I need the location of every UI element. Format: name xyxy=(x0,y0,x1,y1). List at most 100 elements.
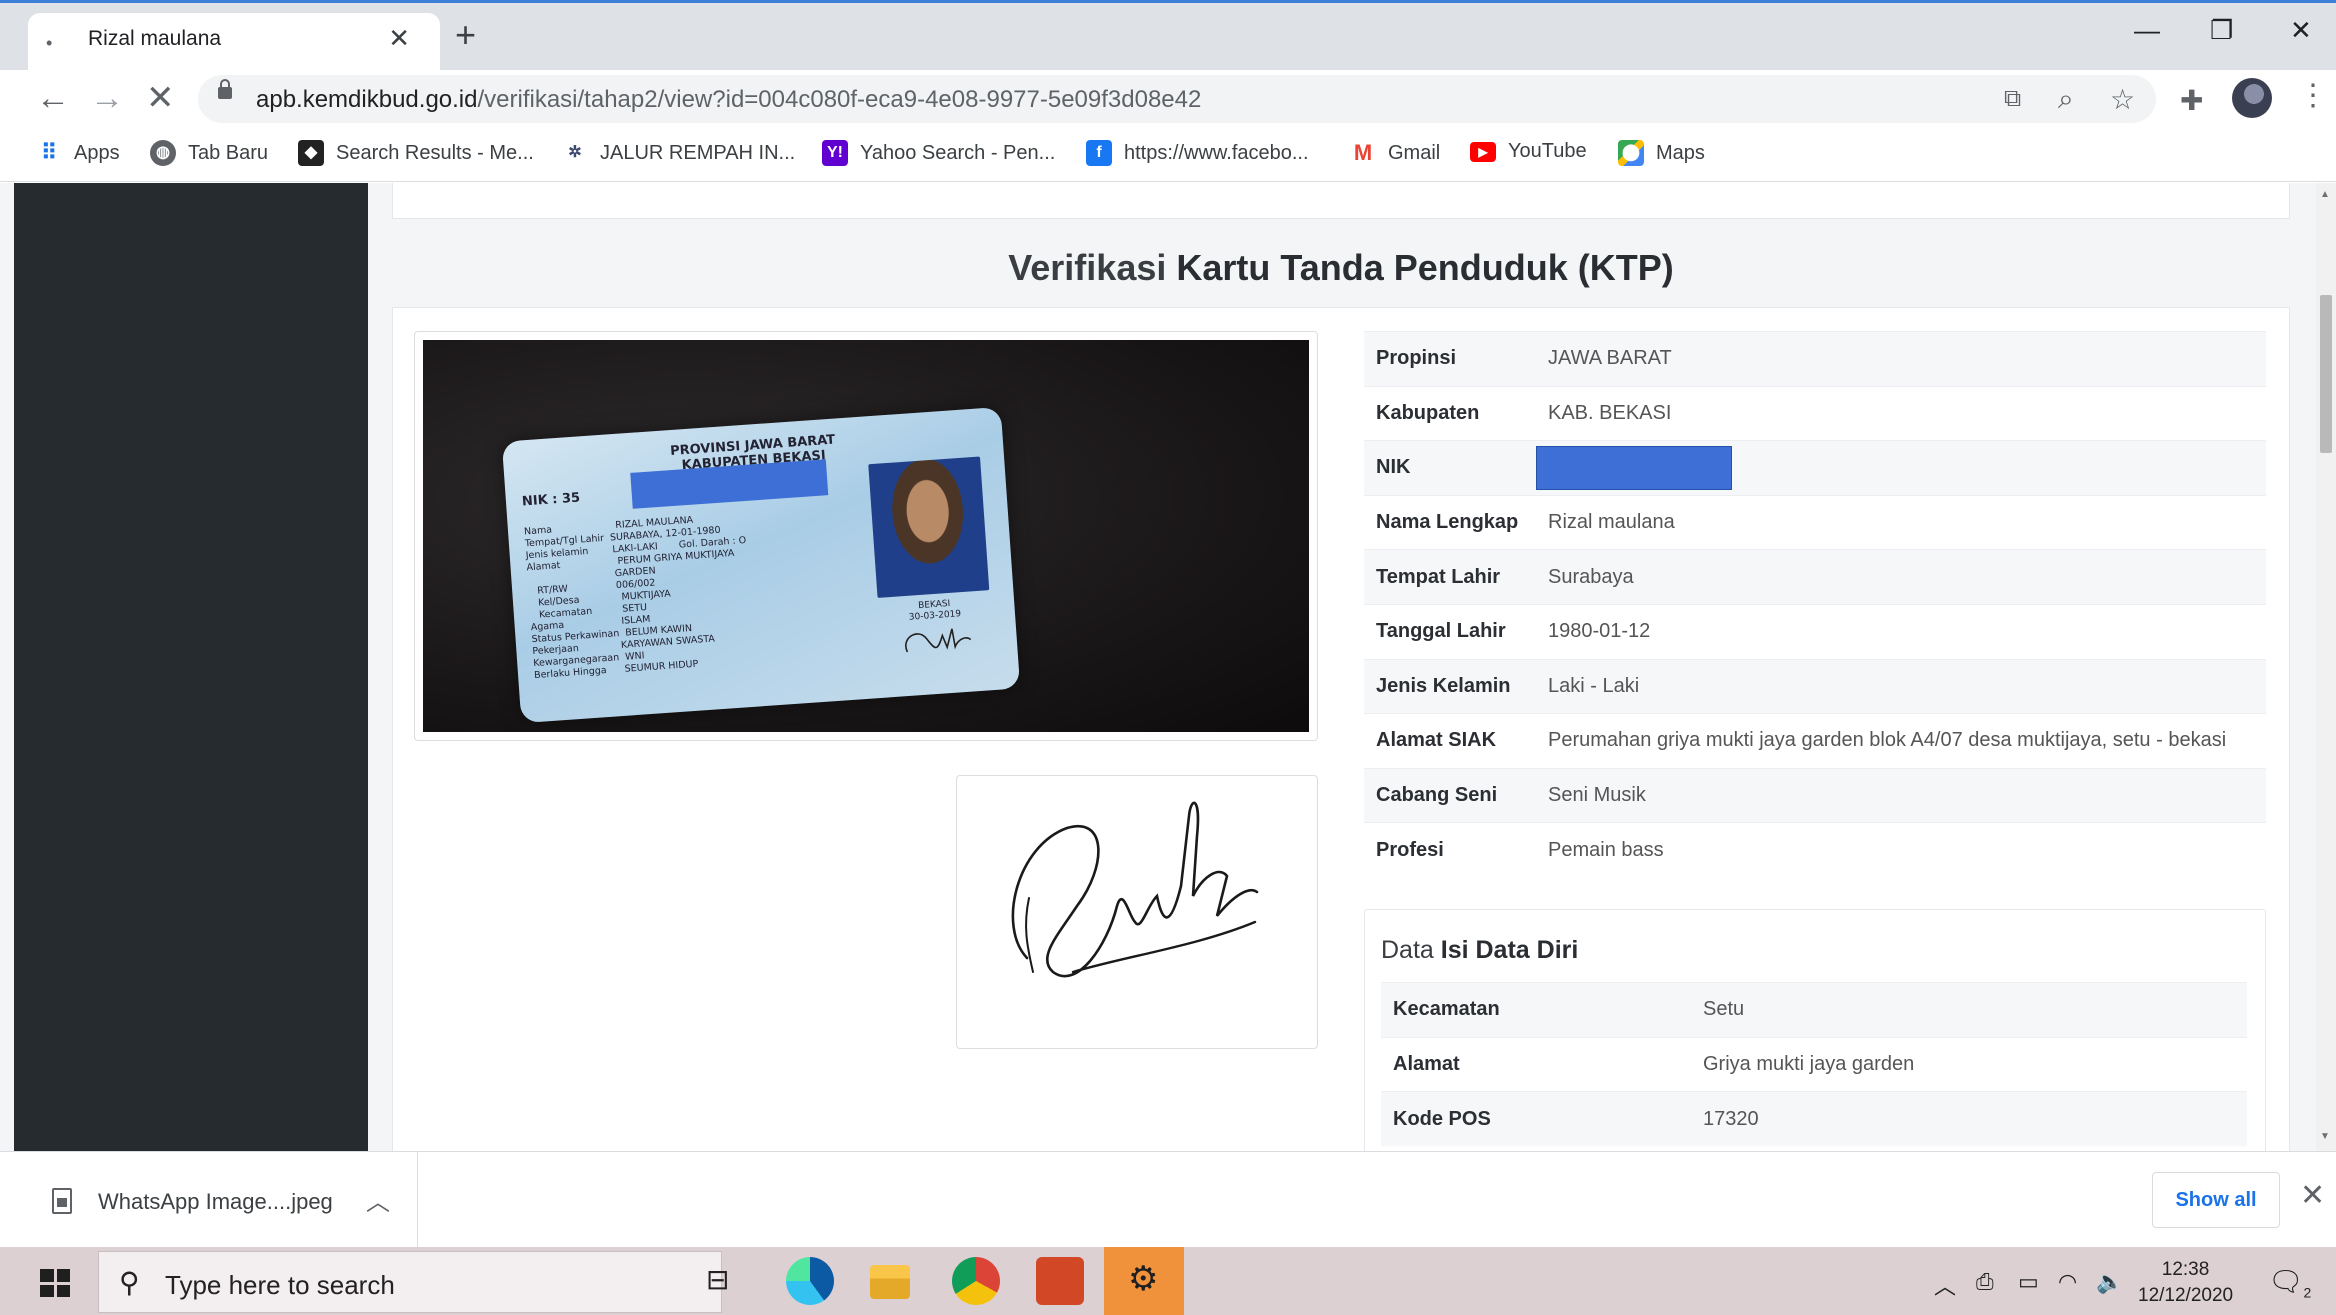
signature-image[interactable] xyxy=(957,776,1319,1050)
close-window-icon[interactable]: ✕ xyxy=(2290,15,2312,46)
download-bar: WhatsApp Image....jpeg ︿ Show all ✕ xyxy=(0,1151,2336,1248)
ktp-photo-frame: PROVINSI JAWA BARAT KABUPATEN BEKASI NIK… xyxy=(414,331,1318,741)
data-diri-title: Data Isi Data Diri xyxy=(1381,936,1578,965)
restore-icon[interactable]: ❐ xyxy=(2210,15,2233,46)
gmail-icon: M xyxy=(1353,140,1373,165)
scroll-thumb[interactable] xyxy=(2320,295,2332,453)
download-item[interactable]: WhatsApp Image....jpeg ︿ xyxy=(14,1152,418,1248)
row-value: Surabaya xyxy=(1536,549,2266,605)
row-value: 1980-01-12 xyxy=(1536,603,2266,660)
row-value: JAWA BARAT xyxy=(1536,331,2266,387)
table-row: Tanggal Lahir 1980-01-12 xyxy=(1364,603,2266,660)
ktp-photo[interactable]: PROVINSI JAWA BARAT KABUPATEN BEKASI NIK… xyxy=(423,340,1309,732)
bookmark-search-results[interactable]: ◆ Search Results - Me... xyxy=(298,140,534,166)
row-label: Kode POS xyxy=(1381,1091,1691,1147)
top-card xyxy=(392,183,2290,219)
row-label: Alamat SIAK xyxy=(1364,713,1536,769)
bookmark-apps[interactable]: ⠿ Apps xyxy=(36,140,120,166)
url-path: /verifikasi/tahap2/view?id=004c080f-eca9… xyxy=(477,86,1202,113)
maps-icon: ⬤ xyxy=(1618,140,1644,166)
row-label: Kabupaten xyxy=(1364,385,1536,441)
gear-icon: ⚙ xyxy=(1128,1260,1159,1298)
table-row: Nama Lengkap Rizal maulana xyxy=(1364,494,2266,550)
bookmark-label: Search Results - Me... xyxy=(336,141,534,164)
powerpoint-icon[interactable] xyxy=(1036,1257,1084,1305)
ktp-info-table: Propinsi JAWA BARAT Kabupaten KAB. BEKASI … xyxy=(1364,331,2266,878)
scroll-up-icon[interactable]: ▲ xyxy=(2320,189,2330,200)
profile-avatar[interactable] xyxy=(2232,78,2272,118)
site-icon: ✲ xyxy=(568,144,582,161)
table-row: Kecamatan Setu xyxy=(1381,982,2247,1038)
forward-icon[interactable]: → xyxy=(90,80,124,116)
bookmark-gmail[interactable]: M Gmail xyxy=(1350,140,1440,166)
wifi-icon[interactable]: ◠ xyxy=(2058,1269,2077,1295)
url-text[interactable]: apb.kemdikbud.go.id/verifikasi/tahap2/vi… xyxy=(256,86,1201,114)
taskbar-search[interactable]: ⚲ Type here to search xyxy=(98,1251,722,1313)
bookmark-star-icon[interactable]: ☆ xyxy=(2110,83,2135,116)
translate-icon[interactable]: ⧉ xyxy=(2004,85,2021,113)
youtube-icon: ▶ xyxy=(1470,141,1496,162)
row-label: Tanggal Lahir xyxy=(1364,603,1536,660)
browser-tab[interactable]: • Rizal maulana ✕ xyxy=(28,13,440,73)
minimize-icon[interactable]: — xyxy=(2134,15,2160,46)
stop-loading-icon[interactable]: ✕ xyxy=(146,80,175,116)
clock[interactable]: 12:38 12/12/2020 xyxy=(2138,1257,2233,1309)
extensions-icon[interactable]: ✚ xyxy=(2180,84,2203,117)
bookmark-label: https://www.facebo... xyxy=(1124,141,1309,164)
table-row: Alamat SIAK Perumahan griya mukti jaya ga… xyxy=(1364,713,2266,769)
table-row: Cabang Seni Seni Musik xyxy=(1364,767,2266,823)
chevron-up-icon[interactable]: ︿ xyxy=(1934,1269,1956,1301)
zoom-icon[interactable]: ⌕ xyxy=(2058,83,2074,116)
lock-icon[interactable] xyxy=(218,79,232,99)
nik-redaction xyxy=(1536,445,1732,490)
close-tab-icon[interactable]: ✕ xyxy=(388,23,410,54)
bookmark-label: JALUR REMPAH IN... xyxy=(600,141,796,164)
row-label: Cabang Seni xyxy=(1364,767,1536,823)
address-bar[interactable]: apb.kemdikbud.go.id/verifikasi/tahap2/vi… xyxy=(198,75,2156,123)
ktp-fields: Nama RIZAL MAULANA Tempat/Tgl Lahir SURA… xyxy=(523,514,747,682)
page-title: Verifikasi Kartu Tanda Penduduk (KTP) xyxy=(392,247,2290,289)
row-value-nik xyxy=(1536,440,2266,496)
device-icon[interactable]: ⎙ xyxy=(1976,1269,1994,1295)
row-value: 17320 xyxy=(1691,1091,2247,1147)
bookmark-tab-baru[interactable]: ◍ Tab Baru xyxy=(150,140,268,166)
bookmark-youtube[interactable]: ▶ YouTube xyxy=(1470,140,1587,163)
row-value: Seni Musik xyxy=(1536,767,2266,823)
battery-icon[interactable]: ▭ xyxy=(2018,1269,2039,1295)
show-all-button[interactable]: Show all xyxy=(2152,1172,2280,1228)
volume-icon[interactable]: 🔈 xyxy=(2096,1269,2123,1295)
back-icon[interactable]: ← xyxy=(36,80,70,116)
bookmark-maps[interactable]: ⬤ Maps xyxy=(1618,140,1705,166)
loading-icon: • xyxy=(46,33,53,53)
tab-title: Rizal maulana xyxy=(88,27,222,50)
notification-icon[interactable]: 🗨2 xyxy=(2268,1265,2311,1301)
file-explorer-icon[interactable] xyxy=(870,1265,910,1299)
bookmarks-bar: ⠿ Apps ◍ Tab Baru ◆ Search Results - Me.… xyxy=(0,128,2336,182)
data-diri-title-prefix: Data xyxy=(1381,936,1434,964)
page-scrollbar[interactable]: ▲ ▼ xyxy=(2316,183,2336,1151)
settings-app-active[interactable]: ⚙ xyxy=(1104,1247,1184,1315)
bookmark-yahoo[interactable]: Y! Yahoo Search - Pen... xyxy=(822,140,1055,166)
ktp-issue-info: BEKASI 30-03-2019 xyxy=(894,597,978,664)
scroll-down-icon[interactable]: ▼ xyxy=(2320,1131,2330,1142)
row-value: Perumahan griya mukti jaya garden blok A… xyxy=(1536,713,2266,769)
edge-icon[interactable] xyxy=(786,1257,834,1305)
table-row: Kabupaten KAB. BEKASI xyxy=(1364,385,2266,441)
bookmark-facebook[interactable]: f https://www.facebo... xyxy=(1086,140,1309,166)
bookmark-label: Apps xyxy=(74,141,120,164)
signature-frame xyxy=(956,775,1318,1049)
new-tab-icon[interactable]: + xyxy=(455,17,476,53)
table-row: Propinsi JAWA BARAT xyxy=(1364,331,2266,387)
bookmark-label: Yahoo Search - Pen... xyxy=(860,141,1056,164)
windows-start-icon[interactable] xyxy=(40,1269,70,1297)
chevron-up-icon[interactable]: ︿ xyxy=(366,1182,390,1217)
task-view-icon[interactable]: ⊟ xyxy=(706,1263,729,1296)
row-value: Pemain bass xyxy=(1536,822,2266,878)
close-download-bar-icon[interactable]: ✕ xyxy=(2300,1178,2325,1213)
bookmark-jalur-rempah[interactable]: ✲ JALUR REMPAH IN... xyxy=(562,140,795,166)
chrome-icon[interactable] xyxy=(952,1257,1000,1305)
browser-tab-bar: • Rizal maulana ✕ + — ❐ ✕ xyxy=(0,0,2336,73)
menu-icon[interactable]: ⋮ xyxy=(2298,78,2328,113)
facebook-icon: f xyxy=(1086,140,1112,166)
data-diri-card: Data Isi Data Diri Kecamatan Setu Alamat G… xyxy=(1364,909,2266,1151)
